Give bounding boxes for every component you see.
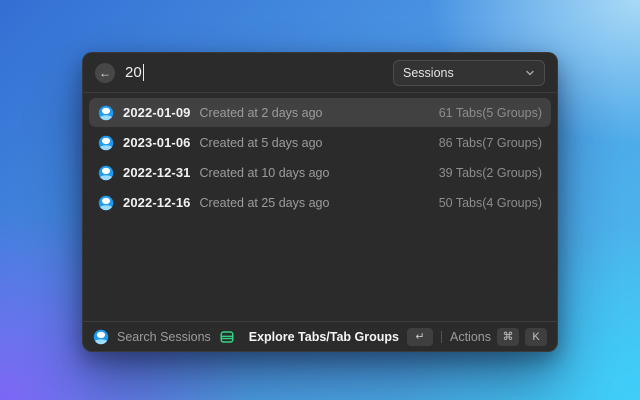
session-tab-count: 39 Tabs(2 Groups) <box>439 166 542 180</box>
chevron-down-icon <box>525 68 535 78</box>
list-item[interactable]: 2022-12-16 Created at 25 days ago 50 Tab… <box>89 188 551 217</box>
command-key-icon: ⌘ <box>497 328 519 346</box>
session-created: Created at 2 days ago <box>200 106 323 120</box>
sessions-dropdown[interactable]: Sessions <box>393 60 545 86</box>
footer-bar: Search Sessions Explore Tabs/Tab Groups … <box>83 321 557 351</box>
session-icon <box>98 135 114 151</box>
session-icon <box>93 329 109 345</box>
session-created: Created at 25 days ago <box>200 196 330 210</box>
session-created: Created at 5 days ago <box>200 136 323 150</box>
search-header: ← 20 Sessions <box>83 53 557 93</box>
text-caret <box>143 64 145 81</box>
back-button[interactable]: ← <box>95 63 115 83</box>
explore-tabs-button[interactable]: Explore Tabs/Tab Groups ↵ <box>249 328 433 346</box>
list-item[interactable]: 2022-12-31 Created at 10 days ago 39 Tab… <box>89 158 551 187</box>
session-date: 2022-01-09 <box>123 105 191 120</box>
command-palette-window: ← 20 Sessions 2022-01-09 Created at 2 da… <box>82 52 558 352</box>
k-key-icon: K <box>525 328 547 346</box>
search-input-value: 20 <box>125 64 142 81</box>
enter-key-icon: ↵ <box>407 328 433 346</box>
session-tab-count: 61 Tabs(5 Groups) <box>439 106 542 120</box>
session-created: Created at 10 days ago <box>200 166 330 180</box>
list-item[interactable]: 2023-01-06 Created at 5 days ago 86 Tabs… <box>89 128 551 157</box>
explore-tabs-label: Explore Tabs/Tab Groups <box>249 330 399 344</box>
footer-actions: Explore Tabs/Tab Groups ↵ Actions ⌘ K <box>249 328 547 346</box>
session-date: 2022-12-16 <box>123 195 191 210</box>
search-input[interactable]: 20 <box>125 64 144 81</box>
actions-button[interactable]: Actions ⌘ K <box>450 328 547 346</box>
desktop-background: { "window": { "header": { "back_glyph": … <box>0 0 640 400</box>
session-tab-count: 50 Tabs(4 Groups) <box>439 196 542 210</box>
session-date: 2022-12-31 <box>123 165 191 180</box>
back-arrow-icon: ← <box>99 66 111 80</box>
session-icon <box>98 195 114 211</box>
footer-command-label: Search Sessions <box>117 330 211 344</box>
session-icon <box>98 165 114 181</box>
list-item[interactable]: 2022-01-09 Created at 2 days ago 61 Tabs… <box>89 98 551 127</box>
dropdown-selected-value: Sessions <box>403 66 454 80</box>
session-date: 2023-01-06 <box>123 135 191 150</box>
session-icon <box>98 105 114 121</box>
footer-divider <box>441 331 442 343</box>
actions-label: Actions <box>450 330 491 344</box>
tab-stack-icon <box>219 329 235 345</box>
session-tab-count: 86 Tabs(7 Groups) <box>439 136 542 150</box>
session-list: 2022-01-09 Created at 2 days ago 61 Tabs… <box>83 93 557 321</box>
